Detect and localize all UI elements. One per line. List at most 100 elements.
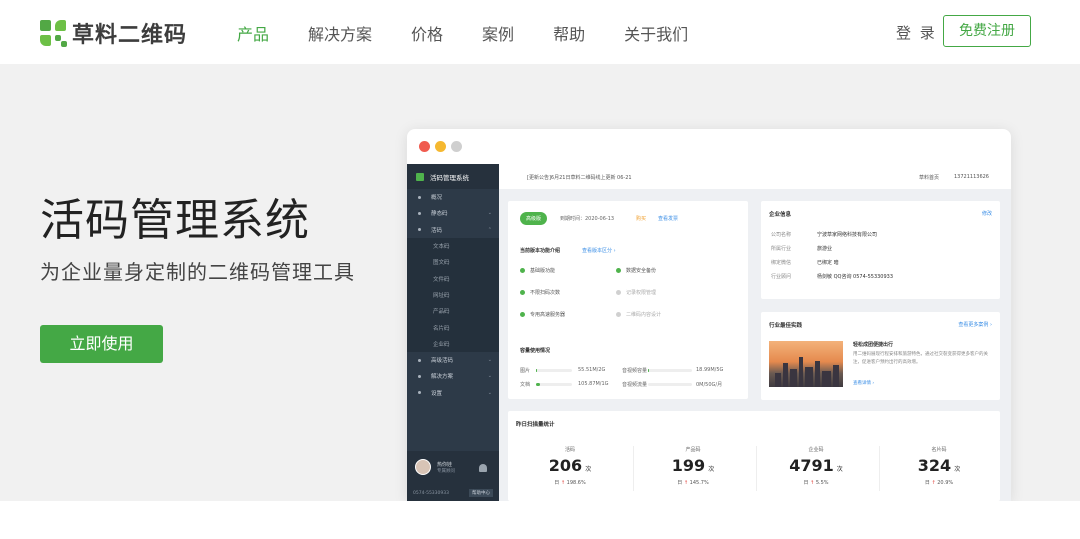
features-link: 查看版本区分 › [582, 248, 616, 254]
page-bottom [0, 501, 1080, 539]
use-now-button[interactable]: 立即使用 [40, 325, 163, 363]
nav-link-about[interactable]: 关于我们 [624, 21, 688, 45]
mock-sidebar-subitem: 文本码 [407, 237, 499, 255]
storage-bar [536, 383, 572, 386]
mock-sidebar-item: 静态码 ⌄ [407, 205, 499, 221]
arrow-up-icon: ↑ [931, 480, 936, 486]
mock-sidebar-subitem: 文件码 [407, 270, 499, 287]
mock-sidebar-subitem: 名片码 [407, 319, 499, 336]
city-image [769, 341, 843, 387]
storage-label: 文档 [520, 382, 531, 388]
check-icon [520, 268, 525, 273]
nav-link-solutions[interactable]: 解决方案 [308, 21, 372, 45]
login-link[interactable]: 登 录 [896, 22, 937, 43]
hero-title: 活码管理系统 [40, 195, 310, 246]
hero-section: 活码管理系统 为企业量身定制的二维码管理工具 立即使用 活码管理系统 概况 静态… [0, 64, 1080, 501]
case-title: 行业最佳实践 [769, 323, 803, 329]
nav-link-product[interactable]: 产品 [237, 21, 269, 45]
features-title: 当前版本功能介绍 [520, 248, 561, 254]
nav-link-cases[interactable]: 案例 [482, 21, 514, 45]
mock-sidebar: 活码管理系统 概况 静态码 ⌄ 活码 ⌃ 文本码 图文码 文件码 网址码 产品码 名… [407, 164, 499, 501]
case-item-title: 轻松成团便捷出行 [853, 342, 894, 348]
mock-sidebar-item: 设置 ⌄ [407, 385, 499, 401]
company-edit: 修改 [981, 211, 992, 217]
feature-item: 数据安全备份 [616, 267, 656, 274]
nav-link-help[interactable]: 帮助 [553, 21, 585, 45]
storage-value: 55.51M/2G [578, 367, 606, 373]
minimize-dot-icon [435, 141, 446, 152]
mock-case-card: 行业最佳实践 查看更多案例 › 轻松成团便捷出行 用二维码展现行程安排和旅游特色… [761, 312, 1000, 400]
plan-badge: 高级版 [520, 212, 548, 225]
check-icon [520, 312, 525, 317]
mock-user-panel: 热你娃 专属顾问 0574-55330933 帮助中心 [407, 451, 499, 501]
mock-sidebar-subitem: 图文码 [407, 254, 499, 271]
plan-invoice: 查看发票 [658, 216, 679, 222]
product-screenshot: 活码管理系统 概况 静态码 ⌄ 活码 ⌃ 文本码 图文码 文件码 网址码 产品码 名… [407, 129, 1011, 501]
storage-label: 音视频容量 [622, 368, 648, 374]
stat-item: 名片码 324 次 日 ↑ 20.9% [917, 447, 961, 486]
stat-item: 产品码 199 次 日 ↑ 145.7% [671, 447, 715, 486]
close-dot-icon [419, 141, 430, 152]
arrow-up-icon: ↑ [560, 480, 566, 486]
feature-item: 二维码内容设计 [616, 311, 661, 318]
mock-help: 帮助中心 [469, 489, 493, 497]
mock-sidebar-title: 活码管理系统 [430, 173, 469, 182]
arrow-up-icon: ↑ [683, 480, 689, 486]
nav-link-pricing[interactable]: 价格 [411, 21, 443, 45]
feature-item: 基础版功能 [520, 267, 555, 274]
feature-item: 专用高速服务器 [520, 311, 565, 318]
mock-company-card: 企业信息 修改 公司名称 宁波草家网络科技有限公司 所属行业 旅游业 绑定微信 已绑定… [761, 201, 1000, 299]
storage-value: 105.87M/1G [578, 381, 609, 387]
logo-text: 草料二维码 [72, 23, 188, 48]
mock-notice: [更新公告]6月21日草料二维码线上更新 06-21 [527, 175, 632, 181]
mock-app: 活码管理系统 概况 静态码 ⌄ 活码 ⌃ 文本码 图文码 文件码 网址码 产品码 名… [407, 164, 1011, 501]
mock-sidebar-item: 高级活码 ⌄ [407, 352, 499, 368]
storage-label: 图片 [520, 368, 531, 374]
check-icon [616, 268, 621, 273]
hero-subtitle: 为企业量身定制的二维码管理工具 [40, 260, 355, 284]
mock-plan-card: 高级版 到期时间：2020-06-13 购买 查看发票 当前版本功能介绍 查看版… [508, 201, 748, 399]
mock-sidebar-item: 活码 ⌃ [407, 222, 499, 238]
stat-item: 企业码 4791 次 日 ↑ 5.5% [789, 447, 843, 486]
storage-bar [536, 369, 572, 372]
top-navigation: 草料二维码 产品 解决方案 价格 案例 帮助 关于我们 登 录 免费注册 [0, 0, 1080, 64]
company-row: 行业顾问 杨剑敏 QQ咨询 0574-55330933 [771, 274, 894, 280]
register-button[interactable]: 免费注册 [943, 15, 1031, 47]
mock-sidebar-item: 解决方案 ⌄ [407, 368, 499, 384]
storage-label: 音视频流量 [622, 382, 648, 388]
logo[interactable]: 草料二维码 [40, 17, 187, 49]
case-more: 查看更多案例 › [958, 322, 992, 328]
mock-stats-card: 昨日扫描量统计 活码 206 次 日 ↑ 198.6% 产品码 199 次 日 ↑ … [508, 411, 1000, 501]
company-row: 所属行业 旅游业 [771, 246, 833, 252]
feature-item: 不限扫码次数 [520, 289, 560, 296]
check-icon [616, 290, 621, 295]
storage-bar [648, 369, 692, 372]
check-icon [520, 290, 525, 295]
maximize-dot-icon [451, 141, 462, 152]
storage-value: 0M/50G/月 [696, 382, 723, 388]
mock-sidebar-subitem: 产品码 [407, 303, 499, 320]
mock-sidebar-subitem: 网址码 [407, 286, 499, 304]
mock-topbar: [更新公告]6月21日草料二维码线上更新 06-21 草料首页 13721113… [499, 164, 1011, 189]
plan-buy: 购买 [636, 216, 647, 222]
storage-value: 18.99M/5G [696, 367, 724, 373]
avatar [415, 459, 431, 475]
company-row: 绑定微信 已绑定 暗 [771, 260, 839, 266]
mock-logo-icon [416, 172, 424, 181]
nav-links: 产品 解决方案 价格 案例 帮助 关于我们 [237, 21, 727, 45]
storage-title: 容量使用情况 [520, 348, 551, 354]
mock-user-name: 热你娃 [437, 462, 453, 468]
mock-sidebar-item: 概况 [407, 189, 499, 205]
plan-expire: 到期时间：2020-06-13 [560, 216, 615, 222]
stats-title: 昨日扫描量统计 [516, 422, 555, 428]
mock-home-link: 草料首页 [919, 175, 940, 181]
stat-item: 活码 206 次 日 ↑ 198.6% [548, 447, 592, 486]
mock-sidebar-subitem: 企业码 [407, 335, 499, 352]
case-item-desc: 用二维码展现行程安排和旅游特色，通过社交裂变获得更多客户的关注，促进客户预约出行… [853, 352, 988, 365]
logo-icon [40, 19, 67, 47]
window-controls [419, 141, 467, 152]
mock-account: 13721113626 [954, 174, 989, 180]
mock-user-role: 专属顾问 [437, 469, 455, 474]
company-title: 企业信息 [769, 212, 792, 218]
company-row: 公司名称 宁波草家网络科技有限公司 [771, 232, 878, 238]
